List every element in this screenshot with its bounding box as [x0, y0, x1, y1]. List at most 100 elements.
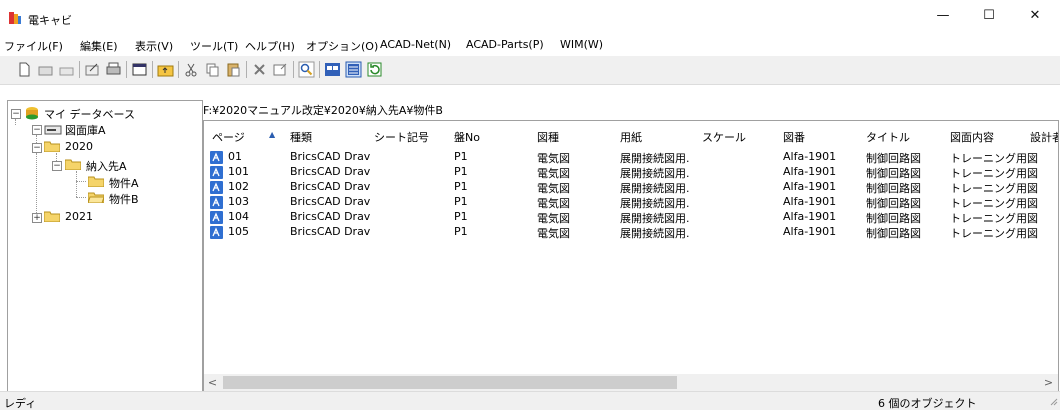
cell-content: トレーニング用図	[950, 212, 1038, 225]
cell-drawing-type: 電気図	[537, 167, 570, 180]
col-type[interactable]: 種類	[290, 129, 312, 145]
new-icon[interactable]	[16, 61, 33, 78]
menu-file[interactable]: ファイル(F)	[4, 38, 63, 54]
drawing-file-icon	[210, 181, 223, 194]
toolbar-separator	[319, 61, 320, 78]
cut-icon[interactable]	[183, 61, 200, 78]
col-designer[interactable]: 設計者	[1030, 129, 1058, 145]
cell-page: 102	[228, 180, 249, 193]
tree-year-2020[interactable]: 2020	[65, 140, 93, 153]
resize-grip-icon[interactable]	[1048, 396, 1058, 406]
col-drawing-type[interactable]: 図種	[537, 129, 559, 145]
minimize-button[interactable]: —	[920, 0, 966, 32]
properties-icon[interactable]	[272, 61, 289, 78]
maximize-button[interactable]: ☐	[966, 0, 1012, 32]
cell-paper: 展開接続図用.	[620, 212, 690, 225]
paste-icon[interactable]	[225, 61, 242, 78]
scroll-thumb[interactable]	[223, 376, 677, 389]
col-panel-no[interactable]: 盤No	[454, 129, 480, 145]
open-folder-icon	[88, 192, 104, 203]
collapse-toggle[interactable]: −	[52, 161, 62, 171]
menu-acad-net[interactable]: ACAD-Net(N)	[380, 38, 451, 51]
refresh-icon[interactable]	[366, 61, 383, 78]
col-title[interactable]: タイトル	[866, 129, 910, 145]
toolbar-separator	[178, 61, 179, 78]
tree-item-b[interactable]: 物件B	[109, 191, 139, 207]
app-icon	[9, 12, 21, 24]
tree-dest-a[interactable]: 納入先A	[86, 158, 127, 174]
drawing-file-icon	[210, 151, 223, 164]
cell-type: BricsCAD Drav	[290, 150, 371, 163]
collapse-toggle[interactable]: −	[11, 109, 21, 119]
toolbar	[0, 56, 1060, 85]
collapse-toggle[interactable]: −	[32, 143, 42, 153]
sort-arrow-icon: ▲	[269, 130, 276, 139]
cell-type: BricsCAD Drav	[290, 195, 371, 208]
cell-paper: 展開接続図用.	[620, 182, 690, 195]
menu-options[interactable]: オプション(O)	[306, 38, 378, 54]
tree-db[interactable]: 図面庫A	[65, 122, 106, 138]
cell-content: トレーニング用図	[950, 152, 1038, 165]
col-page[interactable]: ページ	[212, 129, 245, 145]
current-path: F:¥2020マニュアル改定¥2020¥納入先A¥物件B	[203, 104, 443, 117]
cell-drawing-type: 電気図	[537, 152, 570, 165]
cell-page: 105	[228, 225, 249, 238]
menu-help[interactable]: ヘルプ(H)	[245, 38, 295, 54]
col-paper[interactable]: 用紙	[620, 129, 642, 145]
window-title: 電キャビ	[28, 14, 72, 27]
menu-wim[interactable]: WIM(W)	[560, 38, 603, 51]
window-icon[interactable]	[131, 61, 148, 78]
cell-drawing-type: 電気図	[537, 212, 570, 225]
col-drawing-no[interactable]: 図番	[783, 129, 805, 145]
tree-item-a[interactable]: 物件A	[109, 175, 139, 191]
tree-root[interactable]: マイ データベース	[44, 106, 135, 122]
close-button[interactable]: ✕	[1012, 0, 1058, 32]
col-content[interactable]: 図面内容	[950, 129, 994, 145]
cell-page: 103	[228, 195, 249, 208]
drawing-file-icon	[210, 211, 223, 224]
open-icon[interactable]	[37, 61, 54, 78]
search-icon[interactable]	[298, 61, 315, 78]
cell-paper: 展開接続図用.	[620, 152, 690, 165]
folder-icon[interactable]	[58, 61, 75, 78]
delete-icon[interactable]	[251, 61, 268, 78]
drawing-file-icon	[210, 226, 223, 239]
cell-drawing-no: Alfa-1901	[783, 195, 837, 208]
folder-icon	[44, 211, 60, 222]
view-large-icon[interactable]	[324, 61, 341, 78]
menu-bar: ファイル(F) 編集(E) 表示(V) ツール(T) ヘルプ(H) オプション(…	[0, 36, 1060, 54]
edit-icon[interactable]	[84, 61, 101, 78]
cell-content: トレーニング用図	[950, 197, 1038, 210]
horizontal-scrollbar[interactable]: < >	[204, 374, 1058, 391]
menu-view[interactable]: 表示(V)	[135, 38, 173, 54]
cell-paper: 展開接続図用.	[620, 197, 690, 210]
folder-icon	[88, 176, 104, 187]
menu-tools[interactable]: ツール(T)	[190, 38, 238, 54]
cell-title: 制御回路図	[866, 167, 921, 180]
cell-drawing-no: Alfa-1901	[783, 180, 837, 193]
cell-content: トレーニング用図	[950, 167, 1038, 180]
print-icon[interactable]	[105, 61, 122, 78]
drawing-file-icon	[210, 166, 223, 179]
cell-type: BricsCAD Drav	[290, 225, 371, 238]
cell-type: BricsCAD Drav	[290, 180, 371, 193]
expand-toggle[interactable]: +	[32, 213, 42, 223]
folder-up-icon[interactable]	[157, 61, 174, 78]
collapse-toggle[interactable]: −	[32, 125, 42, 135]
cell-title: 制御回路図	[866, 152, 921, 165]
toolbar-separator	[152, 61, 153, 78]
cell-title: 制御回路図	[866, 197, 921, 210]
col-sheet[interactable]: シート記号	[374, 129, 429, 145]
cell-type: BricsCAD Drav	[290, 165, 371, 178]
view-details-icon[interactable]	[345, 61, 362, 78]
copy-icon[interactable]	[204, 61, 221, 78]
scroll-left-arrow[interactable]: <	[204, 374, 221, 391]
scroll-right-arrow[interactable]: >	[1040, 374, 1057, 391]
menu-edit[interactable]: 編集(E)	[80, 38, 118, 54]
cell-drawing-no: Alfa-1901	[783, 165, 837, 178]
col-scale[interactable]: スケール	[702, 129, 746, 145]
drawing-file-icon	[210, 196, 223, 209]
cell-drawing-type: 電気図	[537, 197, 570, 210]
menu-acad-parts[interactable]: ACAD-Parts(P)	[466, 38, 544, 51]
tree-year-2021[interactable]: 2021	[65, 210, 93, 223]
